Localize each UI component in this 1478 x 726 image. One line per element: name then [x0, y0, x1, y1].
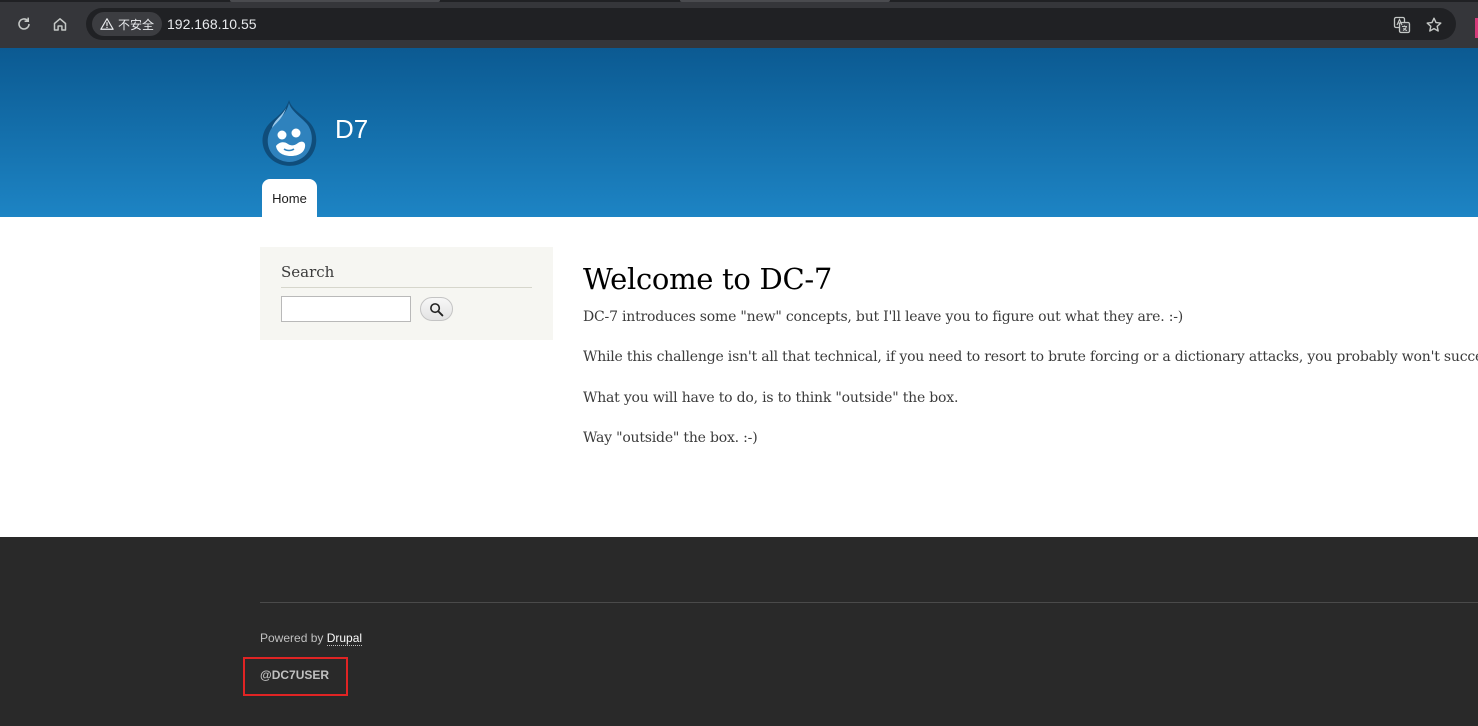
site-name[interactable]: D7: [335, 114, 368, 145]
search-icon: [430, 302, 444, 316]
bookmark-button[interactable]: [1423, 14, 1445, 36]
star-icon: [1426, 17, 1442, 32]
search-input[interactable]: [281, 296, 411, 322]
site-header: D7 Home: [0, 48, 1478, 217]
reload-button[interactable]: [10, 10, 38, 38]
security-label: 不安全: [118, 17, 155, 32]
url-text[interactable]: 192.168.10.55: [167, 16, 257, 32]
page-title: Welcome to DC-7: [583, 262, 832, 296]
tab-home[interactable]: Home: [262, 179, 317, 217]
tab-edge: [230, 0, 440, 2]
home-button[interactable]: [46, 10, 74, 38]
tab-edge: [680, 0, 890, 2]
reload-icon: [18, 17, 30, 30]
main-content: Welcome to DC-7 DC-7 introduces some "ne…: [583, 259, 1478, 446]
home-icon: [53, 18, 67, 31]
warning-icon: [100, 18, 114, 30]
content-paragraph: While this challenge isn't all that tech…: [583, 349, 1478, 365]
content-paragraph: What you will have to do, is to think "o…: [583, 390, 959, 406]
annotation-highlight-box: [243, 657, 348, 696]
powered-by: Powered by Drupal: [260, 631, 363, 646]
browser-toolbar: 不安全 192.168.10.55: [0, 0, 1478, 48]
content-paragraph: DC-7 introduces some "new" concepts, but…: [583, 309, 1184, 325]
search-block: Search: [260, 247, 553, 340]
drupal-logo: [262, 100, 317, 166]
drupal-link[interactable]: Drupal: [326, 631, 363, 646]
content-paragraph: Way "outside" the box. :-): [583, 430, 758, 446]
footer-divider: [260, 602, 1478, 603]
translate-icon: [1393, 16, 1411, 34]
site-logo[interactable]: [258, 98, 320, 168]
address-bar[interactable]: 不安全 192.168.10.55: [86, 8, 1456, 40]
search-block-title: Search: [281, 263, 532, 288]
powered-by-prefix: Powered by: [260, 631, 324, 645]
security-indicator[interactable]: 不安全: [92, 12, 163, 36]
translate-button[interactable]: [1391, 14, 1413, 36]
site-footer: Powered by Drupal @DC7USER: [0, 537, 1478, 726]
search-button[interactable]: [420, 297, 453, 321]
